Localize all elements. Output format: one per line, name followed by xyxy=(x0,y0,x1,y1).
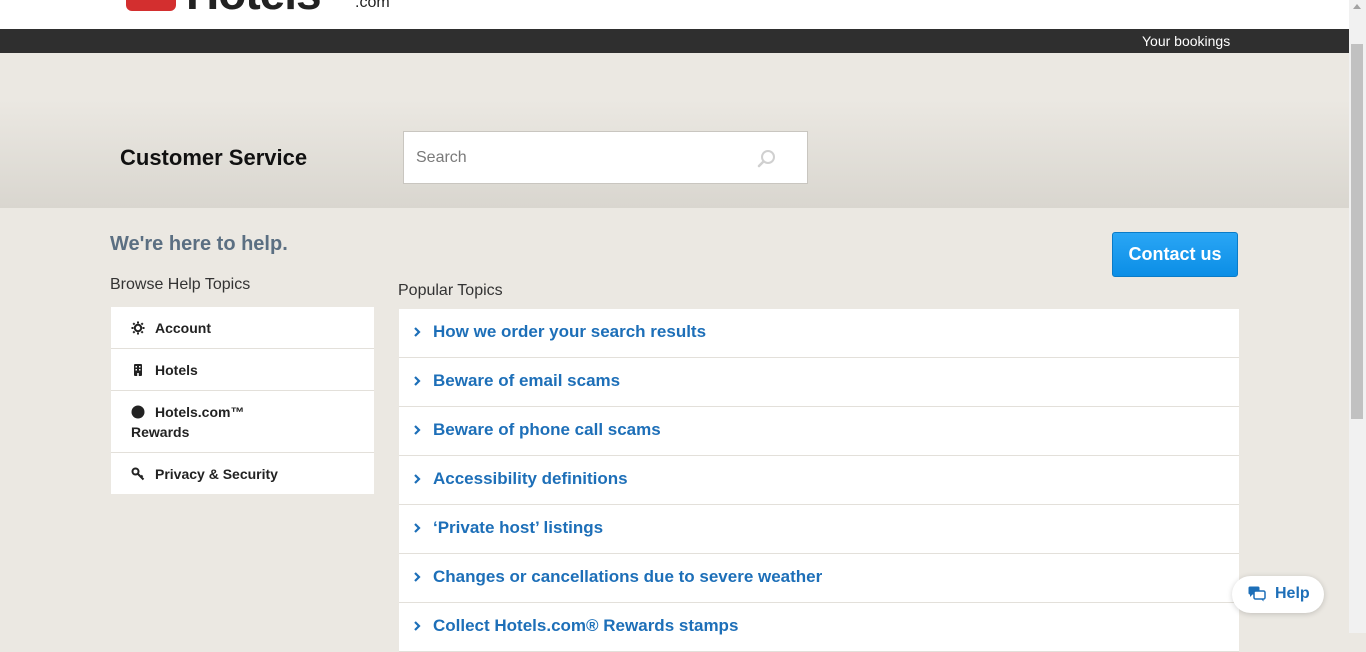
logo-badge[interactable] xyxy=(126,0,176,11)
popular-topic-link[interactable]: How we order your search results xyxy=(433,322,706,342)
topic-label-line2: Rewards xyxy=(131,424,190,440)
topic-label: Privacy & Security xyxy=(155,466,278,482)
page-scrollbar[interactable] xyxy=(1349,0,1366,633)
search-box xyxy=(403,131,808,184)
page-title: Customer Service xyxy=(120,145,308,170)
chevron-right-icon xyxy=(414,474,421,484)
chevron-right-icon xyxy=(414,523,421,533)
hero-band: Customer Service xyxy=(0,53,1349,208)
popular-topic-link[interactable]: Collect Hotels.com® Rewards stamps xyxy=(433,616,738,636)
help-chat-button[interactable]: Help xyxy=(1232,576,1324,613)
topic-hotels[interactable]: Hotels xyxy=(111,349,374,391)
logo-suffix: .com xyxy=(355,0,390,11)
chevron-right-icon xyxy=(414,327,421,337)
popular-topics-label: Popular Topics xyxy=(398,282,503,299)
chevron-right-icon xyxy=(414,425,421,435)
popular-topic-link[interactable]: Beware of email scams xyxy=(433,371,620,391)
building-icon xyxy=(134,364,142,376)
popular-topic-link[interactable]: Accessibility definitions xyxy=(433,469,628,489)
site-header: Hotels .com xyxy=(0,0,1349,29)
topic-label: Hotels.com™ xyxy=(155,404,245,420)
topic-label: Hotels xyxy=(155,362,198,378)
help-topic-list: Account Hotels Hotels.com™ Rewards Priva… xyxy=(111,307,374,494)
gear-icon xyxy=(131,321,145,335)
scroll-up-arrow-icon[interactable] xyxy=(1353,4,1361,9)
logo-text[interactable]: Hotels xyxy=(186,0,322,16)
search-input[interactable] xyxy=(404,132,768,183)
topic-label: Account xyxy=(155,320,211,336)
popular-topic-item[interactable]: Beware of phone call scams xyxy=(399,407,1239,456)
popular-topics-list: How we order your search results Beware … xyxy=(399,309,1239,652)
browse-topics-label: Browse Help Topics xyxy=(110,276,251,293)
search-icon[interactable] xyxy=(756,148,778,170)
chevron-right-icon xyxy=(414,621,421,631)
top-navbar: Your bookings xyxy=(0,29,1349,53)
topic-privacy-security[interactable]: Privacy & Security xyxy=(111,453,374,494)
topic-rewards[interactable]: Hotels.com™ Rewards xyxy=(111,391,374,453)
scrollbar-thumb[interactable] xyxy=(1351,44,1363,419)
popular-topic-item[interactable]: ‘Private host’ listings xyxy=(399,505,1239,554)
help-heading: We're here to help. xyxy=(110,233,288,255)
chevron-right-icon xyxy=(414,376,421,386)
popular-topic-item[interactable]: How we order your search results xyxy=(399,309,1239,358)
topic-account[interactable]: Account xyxy=(111,307,374,349)
popular-topic-item[interactable]: Changes or cancellations due to severe w… xyxy=(399,554,1239,603)
help-label: Help xyxy=(1275,585,1310,602)
chat-icon xyxy=(1248,586,1266,602)
popular-topic-link[interactable]: Beware of phone call scams xyxy=(433,420,661,440)
popular-topic-item[interactable]: Collect Hotels.com® Rewards stamps xyxy=(399,603,1239,652)
popular-topic-item[interactable]: Beware of email scams xyxy=(399,358,1239,407)
rewards-icon xyxy=(131,405,145,419)
your-bookings-link[interactable]: Your bookings xyxy=(1142,33,1230,49)
popular-topic-link[interactable]: Changes or cancellations due to severe w… xyxy=(433,567,822,587)
popular-topic-link[interactable]: ‘Private host’ listings xyxy=(433,518,603,538)
popular-topic-item[interactable]: Accessibility definitions xyxy=(399,456,1239,505)
key-icon xyxy=(131,467,145,481)
contact-us-button[interactable]: Contact us xyxy=(1112,232,1238,277)
chevron-right-icon xyxy=(414,572,421,582)
